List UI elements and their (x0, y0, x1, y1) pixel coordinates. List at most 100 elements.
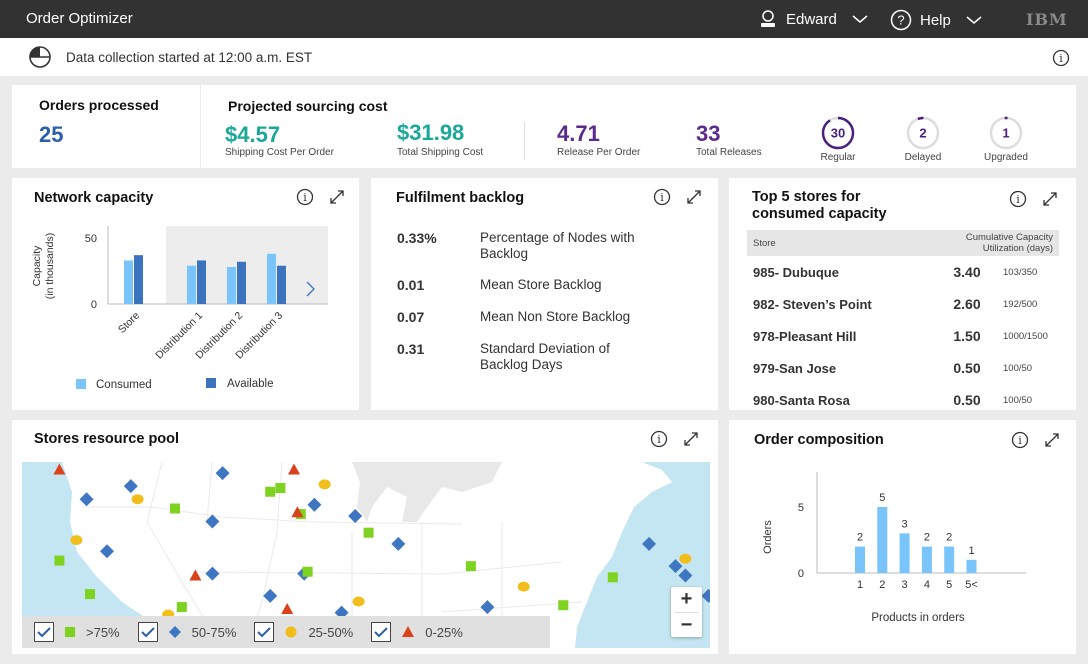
store-marker-square[interactable] (465, 561, 476, 572)
store-marker-square[interactable] (176, 602, 187, 613)
order-composition-chart: 0 5 Orders 2 1 5 2 3 3 2 4 2 5 1 5< Products in orders (762, 472, 1026, 624)
legend-item[interactable]: 25-50% (254, 622, 353, 642)
user-menu[interactable]: Edward (758, 9, 869, 29)
bar-available[interactable] (277, 265, 286, 304)
store-marker-circle[interactable] (70, 535, 83, 546)
info-icon[interactable]: i (653, 188, 671, 206)
bar-consumed[interactable] (267, 253, 276, 304)
legend-checkbox[interactable] (371, 622, 392, 642)
store-marker-square[interactable] (170, 503, 180, 514)
sourcing-cost-title: Projected sourcing cost (228, 98, 388, 114)
table-row[interactable]: 979-San Jose 0.50 100/50 (747, 352, 1059, 384)
triangle-marker-icon (402, 626, 415, 637)
store-marker-square[interactable] (607, 572, 618, 583)
kpi-label: Total Releases (696, 147, 762, 158)
bar-available[interactable] (197, 260, 206, 304)
store-marker-circle[interactable] (517, 581, 530, 592)
store-marker-circle[interactable] (131, 494, 144, 505)
bar[interactable] (855, 546, 865, 573)
title-line: Top 5 stores for (752, 189, 861, 205)
utilization-fraction: 103/350 (1003, 266, 1038, 278)
kpi-value: 4.71 (557, 121, 600, 146)
bar[interactable] (899, 533, 910, 573)
store-marker-square[interactable] (85, 589, 95, 600)
data-label: 2 (924, 532, 930, 544)
legend-label: 25-50% (308, 624, 354, 640)
bar[interactable] (877, 507, 888, 573)
divider (524, 122, 525, 160)
data-label: 1 (968, 545, 974, 557)
orders-processed-card: Orders processed 25 (12, 85, 200, 168)
backlog-label: Mean Non Store Backlog (480, 309, 631, 324)
y-tick-label: 50 (85, 233, 97, 245)
help-menu[interactable]: ? Help (890, 9, 983, 31)
utilization-fraction: 1000/1500 (1003, 330, 1048, 342)
store-marker-square[interactable] (558, 600, 569, 611)
bar-consumed[interactable] (227, 267, 236, 304)
table-row[interactable]: 980-Santa Rosa 0.50 100/50 (747, 384, 1059, 416)
store-name: 978-Pleasant Hill (753, 328, 857, 344)
legend-swatch-available (206, 378, 216, 388)
legend-label: Consumed (96, 379, 152, 391)
info-icon[interactable]: i (650, 430, 668, 448)
legend-checkbox[interactable] (34, 622, 54, 642)
bar-consumed[interactable] (187, 265, 196, 304)
backlog-label: Standard Deviation of Backlog Days (480, 341, 610, 372)
legend-item[interactable]: 0-25% (371, 622, 463, 642)
bar-available[interactable] (237, 261, 246, 304)
bar[interactable] (944, 546, 955, 573)
store-marker-square[interactable] (54, 555, 65, 566)
kpi-value: $4.57 (225, 122, 281, 147)
bar-available[interactable] (134, 255, 143, 304)
ring-gauge: 2 (906, 116, 940, 150)
info-icon[interactable]: i (1009, 190, 1027, 208)
expand-icon[interactable] (685, 188, 703, 206)
table-row[interactable]: 982- Steven’s Point 2.60 192/500 (747, 288, 1059, 320)
store-marker-square[interactable] (363, 527, 374, 538)
info-icon[interactable]: i (1052, 49, 1070, 67)
data-label: 3 (902, 518, 908, 530)
x-axis-label: Products in orders (871, 612, 965, 624)
x-tick-label: 5< (965, 579, 978, 591)
table-row[interactable]: 985- Dubuque 3.40 103/350 (747, 256, 1059, 288)
x-tick-label: 5 (946, 579, 952, 591)
x-tick-label: Store (116, 310, 142, 336)
x-tick-label: 2 (879, 579, 885, 591)
bar[interactable] (966, 559, 977, 573)
bar[interactable] (921, 546, 932, 573)
legend-item[interactable]: 50-75% (137, 622, 236, 642)
table-header: Store Cumulative Capacity Utilization (d… (747, 230, 1059, 256)
kpi-label: Shipping Cost Per Order (225, 147, 334, 158)
data-label: 2 (857, 532, 863, 544)
zoom-in-button[interactable]: + (671, 587, 702, 612)
store-marker-circle[interactable] (352, 596, 365, 607)
help-icon: ? (890, 9, 912, 31)
chevron-down-icon (966, 16, 982, 24)
data-label: 5 (879, 492, 885, 504)
store-marker-square[interactable] (265, 486, 276, 497)
checkmark-icon (257, 627, 272, 638)
utilization-value: 0.50 (953, 360, 981, 376)
svg-text:i: i (1059, 52, 1063, 65)
legend-checkbox[interactable] (137, 622, 158, 642)
circle-marker-icon (285, 626, 297, 638)
store-marker-circle[interactable] (679, 553, 692, 564)
expand-icon[interactable] (1041, 190, 1059, 208)
store-marker-circle[interactable] (318, 479, 331, 490)
pie-chart-icon (29, 46, 51, 68)
table-row[interactable]: 978-Pleasant Hill 1.50 1000/1500 (747, 320, 1059, 352)
checkmark-icon (374, 627, 388, 638)
store-marker-square[interactable] (275, 483, 286, 494)
expand-icon[interactable] (682, 430, 700, 448)
backlog-value: 0.31 (397, 341, 425, 357)
zoom-out-button[interactable]: − (671, 613, 702, 638)
legend-checkbox[interactable] (254, 622, 275, 642)
kpi-label: Release Per Order (557, 147, 641, 158)
y-tick-label: 0 (91, 299, 97, 311)
bar-consumed[interactable] (124, 260, 133, 304)
svg-text:1: 1 (1002, 126, 1009, 141)
utilization-fraction: 192/500 (1003, 298, 1038, 310)
legend-item[interactable]: >75% (34, 622, 120, 642)
svg-text:i: i (657, 433, 661, 446)
store-marker-square[interactable] (302, 566, 313, 577)
